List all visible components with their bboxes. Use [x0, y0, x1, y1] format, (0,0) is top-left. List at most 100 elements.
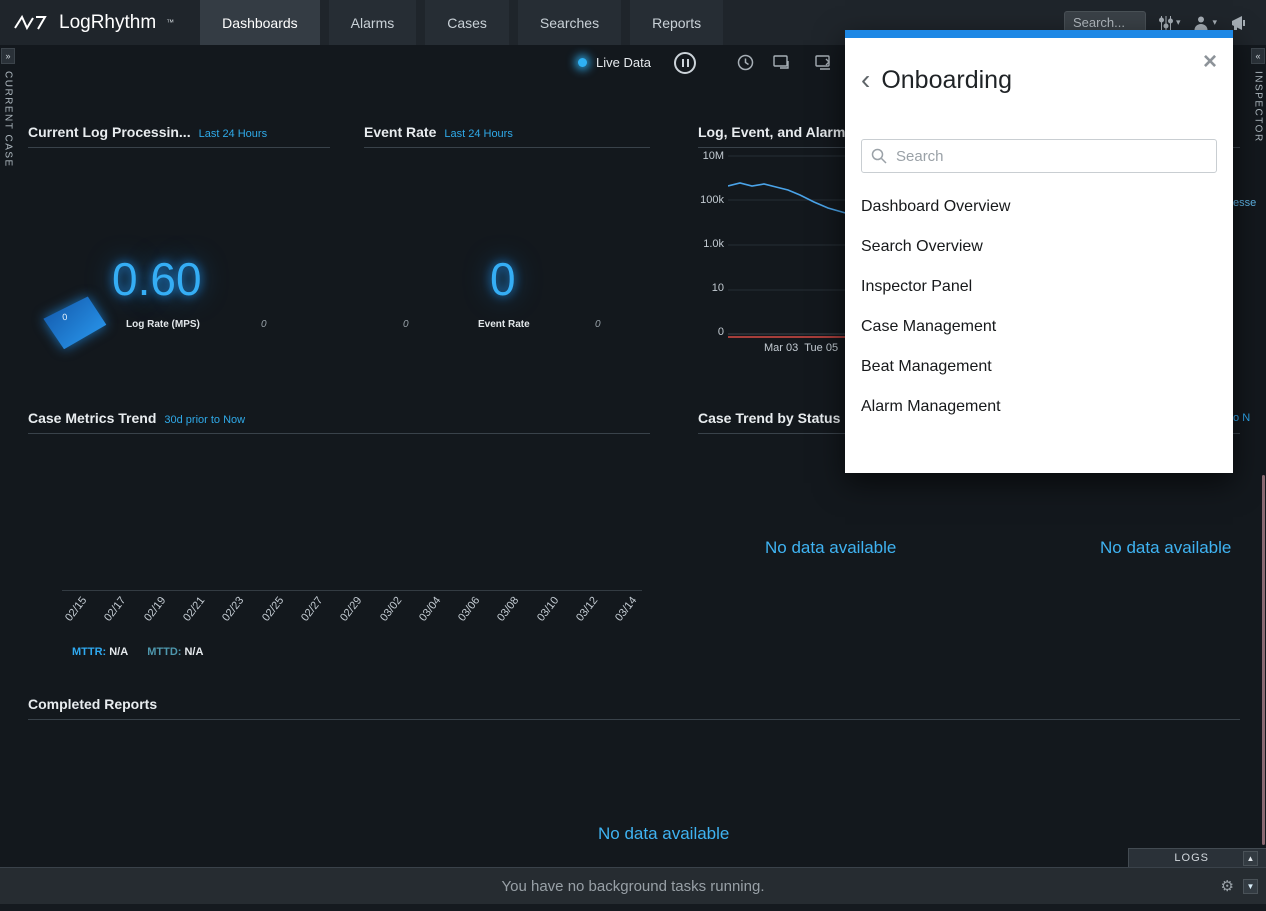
log-rate-value: 0.60 — [112, 252, 202, 306]
close-icon[interactable]: × — [1203, 50, 1217, 74]
nav-tab[interactable]: Searches — [518, 0, 621, 45]
event-rate-value: 0 — [490, 252, 516, 306]
nav-tab[interactable]: Dashboards — [200, 0, 320, 45]
date-tick-label: 02/17 — [102, 595, 128, 624]
onboarding-topic-item[interactable]: Dashboard Overview — [845, 187, 1233, 227]
onboarding-search-input[interactable] — [861, 139, 1217, 173]
case-metrics-axis — [62, 590, 642, 591]
onboarding-topic-item[interactable]: Search Overview — [845, 227, 1233, 267]
widget-title-case-metrics: Case Metrics Trend 30d prior to Now — [28, 410, 245, 426]
onboarding-topic-list: Dashboard OverviewSearch OverviewInspect… — [845, 173, 1233, 427]
filters-menu-button[interactable]: ▾ — [1159, 15, 1181, 31]
date-tick-label: 02/27 — [299, 595, 325, 624]
current-case-rail: » CURRENT CASE — [1, 48, 15, 168]
log-event-alarm-title: Log, Event, and Alarm... — [698, 124, 857, 140]
right-scrollbar[interactable] — [1262, 475, 1265, 845]
x-tick-label: Mar 03 — [764, 342, 798, 354]
onboarding-topic-item[interactable]: Case Management — [845, 307, 1233, 347]
log-event-alarm-x-axis: Mar 03 Tue 05 — [764, 342, 838, 354]
onboarding-search — [861, 139, 1217, 173]
logs-drawer-tab[interactable]: LOGS ▲ — [1128, 848, 1266, 867]
widget-title-log-event-alarm: Log, Event, and Alarm... — [698, 124, 857, 140]
chevron-down-icon: ▾ — [1212, 17, 1217, 28]
gear-icon[interactable]: ⚙ — [1221, 877, 1234, 895]
case-metrics-x-axis: 02/1502/1702/1902/2102/2302/2502/2702/29… — [62, 594, 640, 606]
date-tick-label: 03/12 — [574, 595, 600, 624]
date-tick-label: 02/29 — [338, 595, 364, 624]
nav-tab[interactable]: Cases — [425, 0, 509, 45]
onboarding-topic-item[interactable]: Beat Management — [845, 347, 1233, 387]
mttr-label: MTTR: — [72, 646, 106, 658]
case-metrics-title: Case Metrics Trend — [28, 410, 156, 426]
completed-reports-title: Completed Reports — [28, 696, 157, 712]
status-bar-controls: ⚙ ▼ — [1221, 877, 1258, 895]
export-dashboard-button[interactable] — [815, 55, 833, 75]
widget-title-completed-reports: Completed Reports — [28, 696, 157, 712]
date-tick-label: 03/06 — [456, 595, 482, 624]
onboarding-header: ‹ Onboarding — [845, 38, 1233, 95]
widget-title-event-rate: Event Rate Last 24 Hours — [364, 124, 513, 140]
expand-logs-button[interactable]: ▲ — [1243, 851, 1258, 866]
log-event-alarm-y-axis: 10M 100k 1.0k 10 0 — [694, 150, 724, 338]
clipped-range-text[interactable]: to N — [1230, 412, 1266, 424]
time-range-button[interactable] — [737, 54, 754, 76]
app-root: LogRhythm™ DashboardsAlarmsCasesSearches… — [0, 0, 1266, 911]
event-rate-range[interactable]: Last 24 Hours — [444, 128, 512, 140]
inspector-rail-label[interactable]: INSPECTOR — [1253, 71, 1264, 143]
onboarding-title: Onboarding — [881, 66, 1012, 95]
date-tick-label: 02/21 — [181, 595, 207, 624]
pause-live-data-button[interactable] — [674, 52, 696, 74]
log-rate-gauge: 0 — [44, 298, 106, 348]
y-tick-label: 100k — [700, 194, 724, 206]
event-rate-title: Event Rate — [364, 124, 436, 140]
log-rate-max-label: 0 — [261, 319, 267, 330]
user-menu-button[interactable]: ▾ — [1193, 15, 1217, 31]
live-data-label: Live Data — [596, 55, 651, 70]
search-icon — [871, 148, 887, 164]
date-tick-label: 03/02 — [377, 595, 403, 624]
onboarding-topic-item[interactable]: Inspector Panel — [845, 267, 1233, 307]
chevron-down-icon: ▾ — [1176, 17, 1181, 28]
log-processing-range[interactable]: Last 24 Hours — [199, 128, 267, 140]
date-tick-label: 02/15 — [63, 595, 89, 624]
user-icon — [1193, 15, 1209, 31]
sliders-icon — [1159, 15, 1173, 31]
case-metrics-range[interactable]: 30d prior to Now — [164, 414, 245, 426]
mttr-value: N/A — [109, 646, 128, 658]
nav-tab[interactable]: Alarms — [329, 0, 417, 45]
onboarding-panel: × ‹ Onboarding Dashboard OverviewSearch … — [845, 30, 1233, 473]
announcements-button[interactable] — [1230, 15, 1250, 31]
logo-text: LogRhythm — [59, 12, 156, 34]
y-tick-label: 0 — [718, 326, 724, 338]
nav-tab[interactable]: Reports — [630, 0, 723, 45]
log-rate-label: Log Rate (MPS) — [126, 319, 200, 330]
clipped-legend-text: esse — [1233, 197, 1266, 209]
onboarding-accent-bar — [845, 30, 1233, 38]
status-message: You have no background tasks running. — [502, 878, 765, 895]
logrhythm-logo-icon — [14, 13, 50, 33]
date-tick-label: 03/08 — [495, 595, 521, 624]
collapse-statusbar-button[interactable]: ▼ — [1243, 879, 1258, 894]
expand-current-case-icon[interactable]: » — [1, 48, 15, 64]
logrhythm-logo[interactable]: LogRhythm™ — [0, 0, 200, 45]
event-rate-label: Event Rate — [478, 319, 530, 330]
log-processing-title: Current Log Processin... — [28, 124, 191, 140]
date-tick-label: 03/10 — [535, 595, 561, 624]
y-tick-label: 10M — [703, 150, 724, 162]
live-data-indicator[interactable]: Live Data — [578, 55, 651, 70]
current-case-rail-label[interactable]: CURRENT CASE — [3, 71, 14, 168]
date-tick-label: 03/04 — [417, 595, 443, 624]
far-right-no-data: No data available — [1100, 538, 1266, 558]
back-chevron-icon[interactable]: ‹ — [861, 69, 870, 91]
y-tick-label: 1.0k — [703, 238, 724, 250]
x-tick-label: Tue 05 — [804, 342, 838, 354]
onboarding-topic-item[interactable]: Alarm Management — [845, 387, 1233, 427]
expand-inspector-icon[interactable]: « — [1251, 48, 1265, 64]
up-triangle-icon: ▲ — [1247, 854, 1255, 863]
add-widget-button[interactable] — [773, 55, 791, 75]
gauge-value: 0 — [62, 312, 68, 322]
bottom-strip — [0, 904, 1266, 911]
case-trend-no-data: No data available — [765, 538, 896, 558]
window-export-icon — [815, 55, 833, 70]
y-tick-label: 10 — [712, 282, 724, 294]
